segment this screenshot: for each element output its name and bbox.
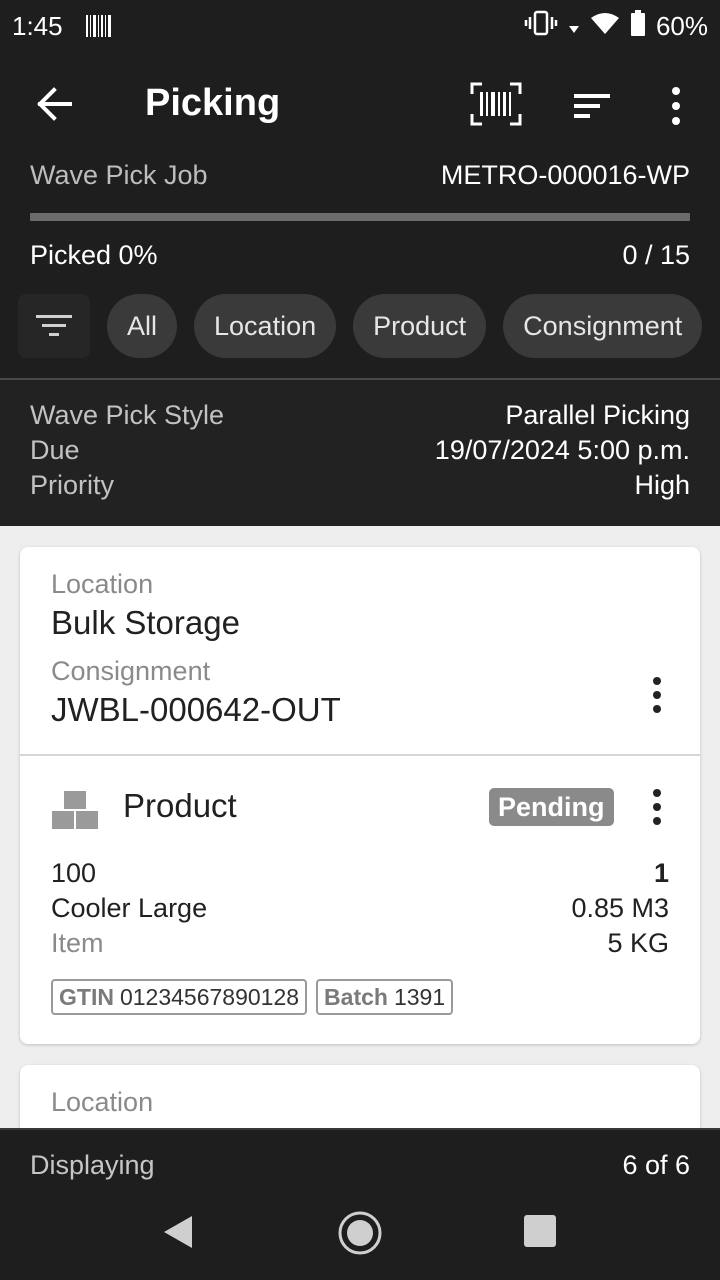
picked-percent: Picked 0%: [30, 240, 158, 270]
app-bar: Picking: [0, 52, 720, 158]
product-tags: GTIN 01234567890128 Batch 1391: [51, 979, 454, 1015]
wave-details: Wave Pick Style Parallel Picking Due 19/…: [0, 380, 720, 526]
card-more-button[interactable]: [647, 675, 667, 715]
batch-label: Batch: [324, 983, 388, 1010]
location-label: Location: [51, 569, 154, 599]
status-time: 1:45: [12, 10, 63, 41]
gtin-tag: GTIN 01234567890128: [51, 979, 308, 1015]
gtin-label: GTIN: [59, 983, 114, 1010]
displaying-value: 6 of 6: [622, 1150, 690, 1180]
wave-style-label: Wave Pick Style: [30, 400, 225, 430]
sort-button[interactable]: [570, 86, 614, 126]
location-label: Location: [51, 1087, 154, 1117]
batch-tag: Batch 1391: [316, 979, 454, 1015]
product-type: Item: [51, 928, 104, 958]
gtin-value: 01234567890128: [119, 983, 300, 1010]
product-more-button[interactable]: [647, 787, 667, 827]
more-options-button[interactable]: [658, 82, 694, 130]
product-volume: 0.85 M3: [571, 893, 669, 923]
barcode-scan-button[interactable]: [470, 82, 522, 126]
product-name-row: Cooler Large 0.85 M3: [51, 893, 669, 924]
nav-recents-button[interactable]: [524, 1215, 556, 1247]
filter-button[interactable]: [18, 294, 90, 358]
filter-icon: [36, 315, 72, 336]
nav-home-button[interactable]: [337, 1210, 383, 1256]
bottom-divider: [0, 1128, 720, 1130]
product-type-row: Item 5 KG: [51, 928, 669, 959]
product-code-row: 100 1: [51, 858, 669, 889]
back-button[interactable]: [32, 82, 80, 130]
data-arrow-icon: [568, 11, 580, 42]
due-value: 19/07/2024 5:00 p.m.: [434, 435, 690, 465]
product-name: Cooler Large: [51, 893, 208, 923]
pick-card[interactable]: Location Bulk Storage Consignment JWBL-0…: [20, 547, 700, 1044]
picked-row: Picked 0% 0 / 15: [30, 240, 690, 271]
battery-percent: 60%: [655, 10, 708, 41]
wave-style-row: Wave Pick Style Parallel Picking: [30, 400, 690, 431]
vibrate-icon: [524, 10, 558, 43]
status-bar: 1:45 60%: [0, 0, 720, 52]
displaying-row: Displaying 6 of 6: [30, 1150, 690, 1181]
product-code: 100: [51, 858, 97, 888]
barcode-notification-icon: [85, 14, 113, 38]
product-quantity: 1: [653, 858, 669, 888]
priority-value: High: [634, 470, 690, 500]
picked-count: 0 / 15: [622, 240, 690, 270]
boxes-icon: [51, 789, 99, 831]
page-title: Picking: [145, 82, 281, 124]
chip-consignment[interactable]: Consignment: [503, 294, 703, 358]
wifi-icon: [590, 11, 620, 42]
product-title: Product: [123, 787, 237, 824]
pick-progress-bar: [30, 213, 690, 221]
card-divider: [20, 754, 700, 756]
displaying-label: Displaying: [30, 1150, 155, 1180]
nav-back-button[interactable]: [160, 1212, 196, 1252]
filter-chip-row: All Location Product Consignment: [0, 294, 720, 358]
job-row: Wave Pick Job METRO-000016-WP: [30, 160, 690, 191]
bottom-bar: Displaying 6 of 6: [0, 1128, 720, 1280]
job-summary: Wave Pick Job METRO-000016-WP Picked 0% …: [0, 158, 720, 380]
pick-card[interactable]: Location: [20, 1065, 700, 1128]
chip-all[interactable]: All: [107, 294, 178, 358]
pick-list[interactable]: Location Bulk Storage Consignment JWBL-0…: [0, 526, 720, 1128]
consignment-label: Consignment: [51, 656, 211, 686]
status-badge: Pending: [489, 788, 614, 826]
due-row: Due 19/07/2024 5:00 p.m.: [30, 435, 690, 466]
priority-label: Priority: [30, 470, 115, 500]
chip-location[interactable]: Location: [194, 294, 337, 358]
chip-product[interactable]: Product: [353, 294, 487, 358]
location-value: Bulk Storage: [51, 604, 240, 641]
product-weight: 5 KG: [607, 928, 669, 958]
consignment-value: JWBL-000642-OUT: [51, 691, 341, 728]
job-label: Wave Pick Job: [30, 160, 208, 190]
priority-row: Priority High: [30, 470, 690, 501]
job-id: METRO-000016-WP: [440, 160, 690, 190]
due-label: Due: [30, 435, 80, 465]
battery-icon: [630, 9, 646, 43]
batch-value: 1391: [393, 983, 446, 1010]
wave-style-value: Parallel Picking: [505, 400, 690, 430]
